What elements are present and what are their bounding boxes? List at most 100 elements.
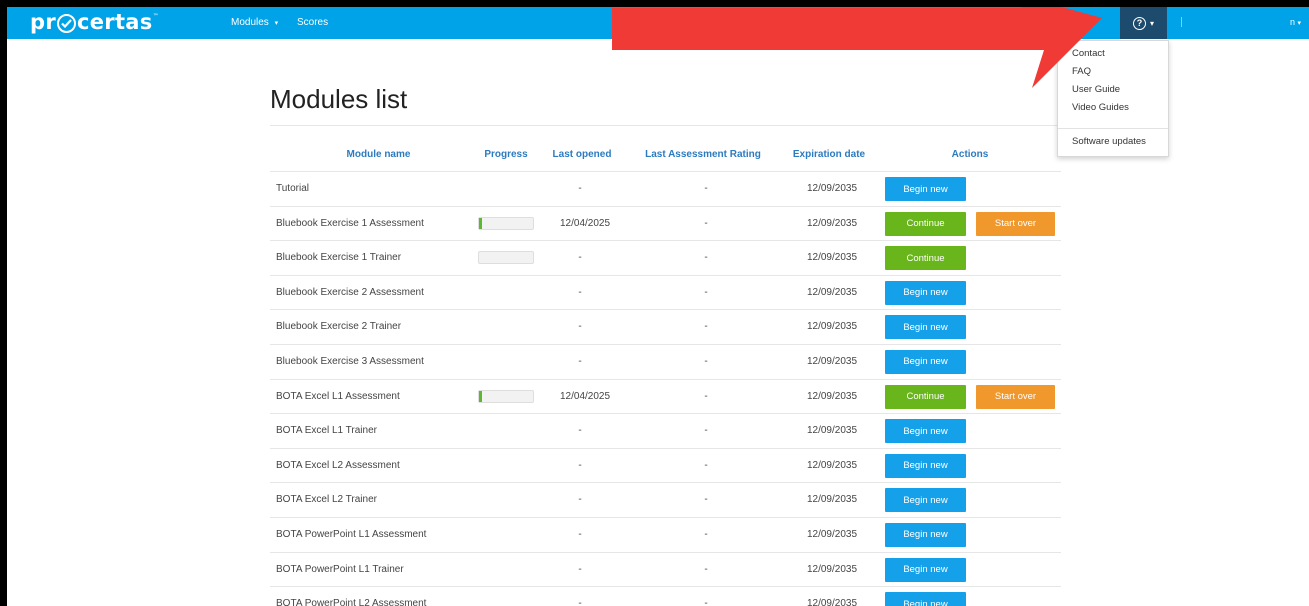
scores-link[interactable]: Scores xyxy=(297,17,328,28)
table-row: BOTA Excel L1 Trainer - - 12/09/2035 Begin n… xyxy=(270,413,1061,448)
begin-new-button[interactable]: Begin new xyxy=(885,419,966,444)
title-divider xyxy=(270,125,1061,126)
start-over-button[interactable]: Start over xyxy=(976,384,1055,409)
caret-down-icon: ▾ xyxy=(1297,20,1302,27)
last-opened-cell: 12/04/2025 xyxy=(560,390,611,402)
module-name-cell: Bluebook Exercise 1 Trainer xyxy=(276,252,402,264)
begin-new-button[interactable]: Begin new xyxy=(885,453,966,478)
continue-button[interactable]: Continue xyxy=(885,384,966,409)
table-row: BOTA Excel L2 Trainer - - 12/09/2035 Begin n… xyxy=(270,482,1061,517)
continue-button[interactable]: Continue xyxy=(885,211,966,236)
rating-cell: - xyxy=(704,217,708,229)
continue-button[interactable]: Continue xyxy=(885,246,966,271)
expiration-cell: 12/09/2035 xyxy=(806,252,858,264)
column-header-rating[interactable]: Last Assessment Rating xyxy=(629,149,777,160)
column-header-progress[interactable]: Progress xyxy=(478,149,534,160)
help-menu-button[interactable]: ? ▾ xyxy=(1120,7,1167,39)
table-row: BOTA Excel L1 Assessment 12/04/2025 - 12/09… xyxy=(270,378,1061,414)
start-over-button[interactable]: Start over xyxy=(976,211,1055,236)
column-header-last-opened[interactable]: Last opened xyxy=(550,149,614,160)
module-name-cell: BOTA PowerPoint L2 Assessment xyxy=(276,598,427,606)
begin-new-button[interactable]: Begin new xyxy=(885,522,966,547)
table-row: Bluebook Exercise 1 Assessment 12/04/2025… xyxy=(270,205,1061,241)
column-header-module-name[interactable]: Module name xyxy=(270,149,487,160)
table-row: Bluebook Exercise 1 Trainer - - 12/09/2035 C… xyxy=(270,240,1061,275)
logo-text-right: certas xyxy=(77,10,153,34)
module-name-cell: BOTA Excel L1 Trainer xyxy=(276,425,377,437)
user-menu[interactable]: n ▾ xyxy=(1290,17,1301,27)
modules-menu[interactable]: Modules ▾ xyxy=(231,17,278,28)
module-name-cell: Bluebook Exercise 3 Assessment xyxy=(276,355,424,367)
begin-new-button[interactable]: Begin new xyxy=(885,315,966,340)
expiration-cell: 12/09/2035 xyxy=(806,598,858,606)
rating-cell: - xyxy=(704,321,708,333)
begin-new-button[interactable]: Begin new xyxy=(885,557,966,582)
module-name-cell: BOTA Excel L2 Assessment xyxy=(276,459,400,471)
progress-bar xyxy=(478,389,534,403)
last-opened-cell: - xyxy=(578,355,582,367)
user-initial: n xyxy=(1290,17,1296,27)
expiration-cell: 12/09/2035 xyxy=(806,355,858,367)
expiration-cell: 12/09/2035 xyxy=(806,459,858,471)
table-row: Bluebook Exercise 2 Assessment - - 12/09/20… xyxy=(270,274,1061,310)
procertas-logo[interactable]: pr certas ™ xyxy=(30,10,159,34)
progress-bar xyxy=(478,251,534,265)
module-name-cell: Bluebook Exercise 2 Assessment xyxy=(276,286,424,298)
rating-cell: - xyxy=(704,390,708,402)
menu-item-video-guides[interactable]: Video Guides xyxy=(1072,102,1129,113)
module-name-cell: Tutorial xyxy=(276,183,309,194)
page-title: Modules list xyxy=(270,84,408,114)
rating-cell: - xyxy=(704,183,708,194)
logo-text-left: pr xyxy=(30,10,56,34)
rating-cell: - xyxy=(704,494,708,506)
table-row: Tutorial - - 12/09/2035 Begin new xyxy=(270,171,1061,206)
rating-cell: - xyxy=(704,563,708,575)
expiration-cell: 12/09/2035 xyxy=(806,563,858,575)
rating-cell: - xyxy=(704,425,708,437)
help-circle-icon: ? xyxy=(1132,16,1146,30)
expiration-cell: 12/09/2035 xyxy=(806,425,858,437)
table-row: Bluebook Exercise 3 Assessment - - 12/09/20… xyxy=(270,343,1061,379)
expiration-cell: 12/09/2035 xyxy=(806,494,858,506)
last-opened-cell: - xyxy=(578,528,582,540)
last-opened-cell: 12/04/2025 xyxy=(560,217,611,229)
expiration-cell: 12/09/2035 xyxy=(806,390,858,402)
last-opened-cell: - xyxy=(578,252,582,264)
begin-new-button[interactable]: Begin new xyxy=(885,488,966,513)
last-opened-cell: - xyxy=(578,459,582,471)
caret-down-icon: ▾ xyxy=(274,20,279,27)
expiration-cell: 12/09/2035 xyxy=(806,286,858,298)
begin-new-button[interactable]: Begin new xyxy=(885,349,966,374)
expiration-cell: 12/09/2035 xyxy=(806,321,858,333)
progress-bar xyxy=(478,216,534,230)
rating-cell: - xyxy=(704,355,708,367)
module-name-cell: BOTA PowerPoint L1 Assessment xyxy=(276,528,427,540)
module-name-cell: BOTA Excel L2 Trainer xyxy=(276,494,377,506)
progress-bar-fill xyxy=(479,390,482,402)
expiration-cell: 12/09/2035 xyxy=(806,217,858,229)
app-frame: pr certas ™ Modules ▾ Scores ? ▾ n ▾ Con… xyxy=(7,7,1309,606)
trademark-mark: ™ xyxy=(152,13,159,20)
rating-cell: - xyxy=(704,598,708,606)
table-row: BOTA PowerPoint L2 Assessment - - 12/09/203… xyxy=(270,586,1061,606)
table-row: BOTA Excel L2 Assessment - - 12/09/2035 Begi… xyxy=(270,447,1061,483)
begin-new-button[interactable]: Begin new xyxy=(885,177,966,201)
last-opened-cell: - xyxy=(578,563,582,575)
rating-cell: - xyxy=(704,528,708,540)
last-opened-cell: - xyxy=(578,321,582,333)
expiration-cell: 12/09/2035 xyxy=(806,528,858,540)
column-header-expiration[interactable]: Expiration date xyxy=(787,149,871,160)
menu-item-software-updates[interactable]: Software updates xyxy=(1072,136,1146,147)
rating-cell: - xyxy=(704,459,708,471)
red-annotation-arrow xyxy=(612,7,1102,88)
last-opened-cell: - xyxy=(578,598,582,606)
check-circle-icon xyxy=(57,13,76,33)
module-name-cell: Bluebook Exercise 1 Assessment xyxy=(276,217,424,229)
expiration-cell: 12/09/2035 xyxy=(806,183,858,194)
rating-cell: - xyxy=(704,286,708,298)
begin-new-button[interactable]: Begin new xyxy=(885,592,966,606)
begin-new-button[interactable]: Begin new xyxy=(885,280,966,305)
caret-down-icon: ▾ xyxy=(1149,18,1154,28)
module-name-cell: BOTA Excel L1 Assessment xyxy=(276,390,400,402)
last-opened-cell: - xyxy=(578,183,582,194)
